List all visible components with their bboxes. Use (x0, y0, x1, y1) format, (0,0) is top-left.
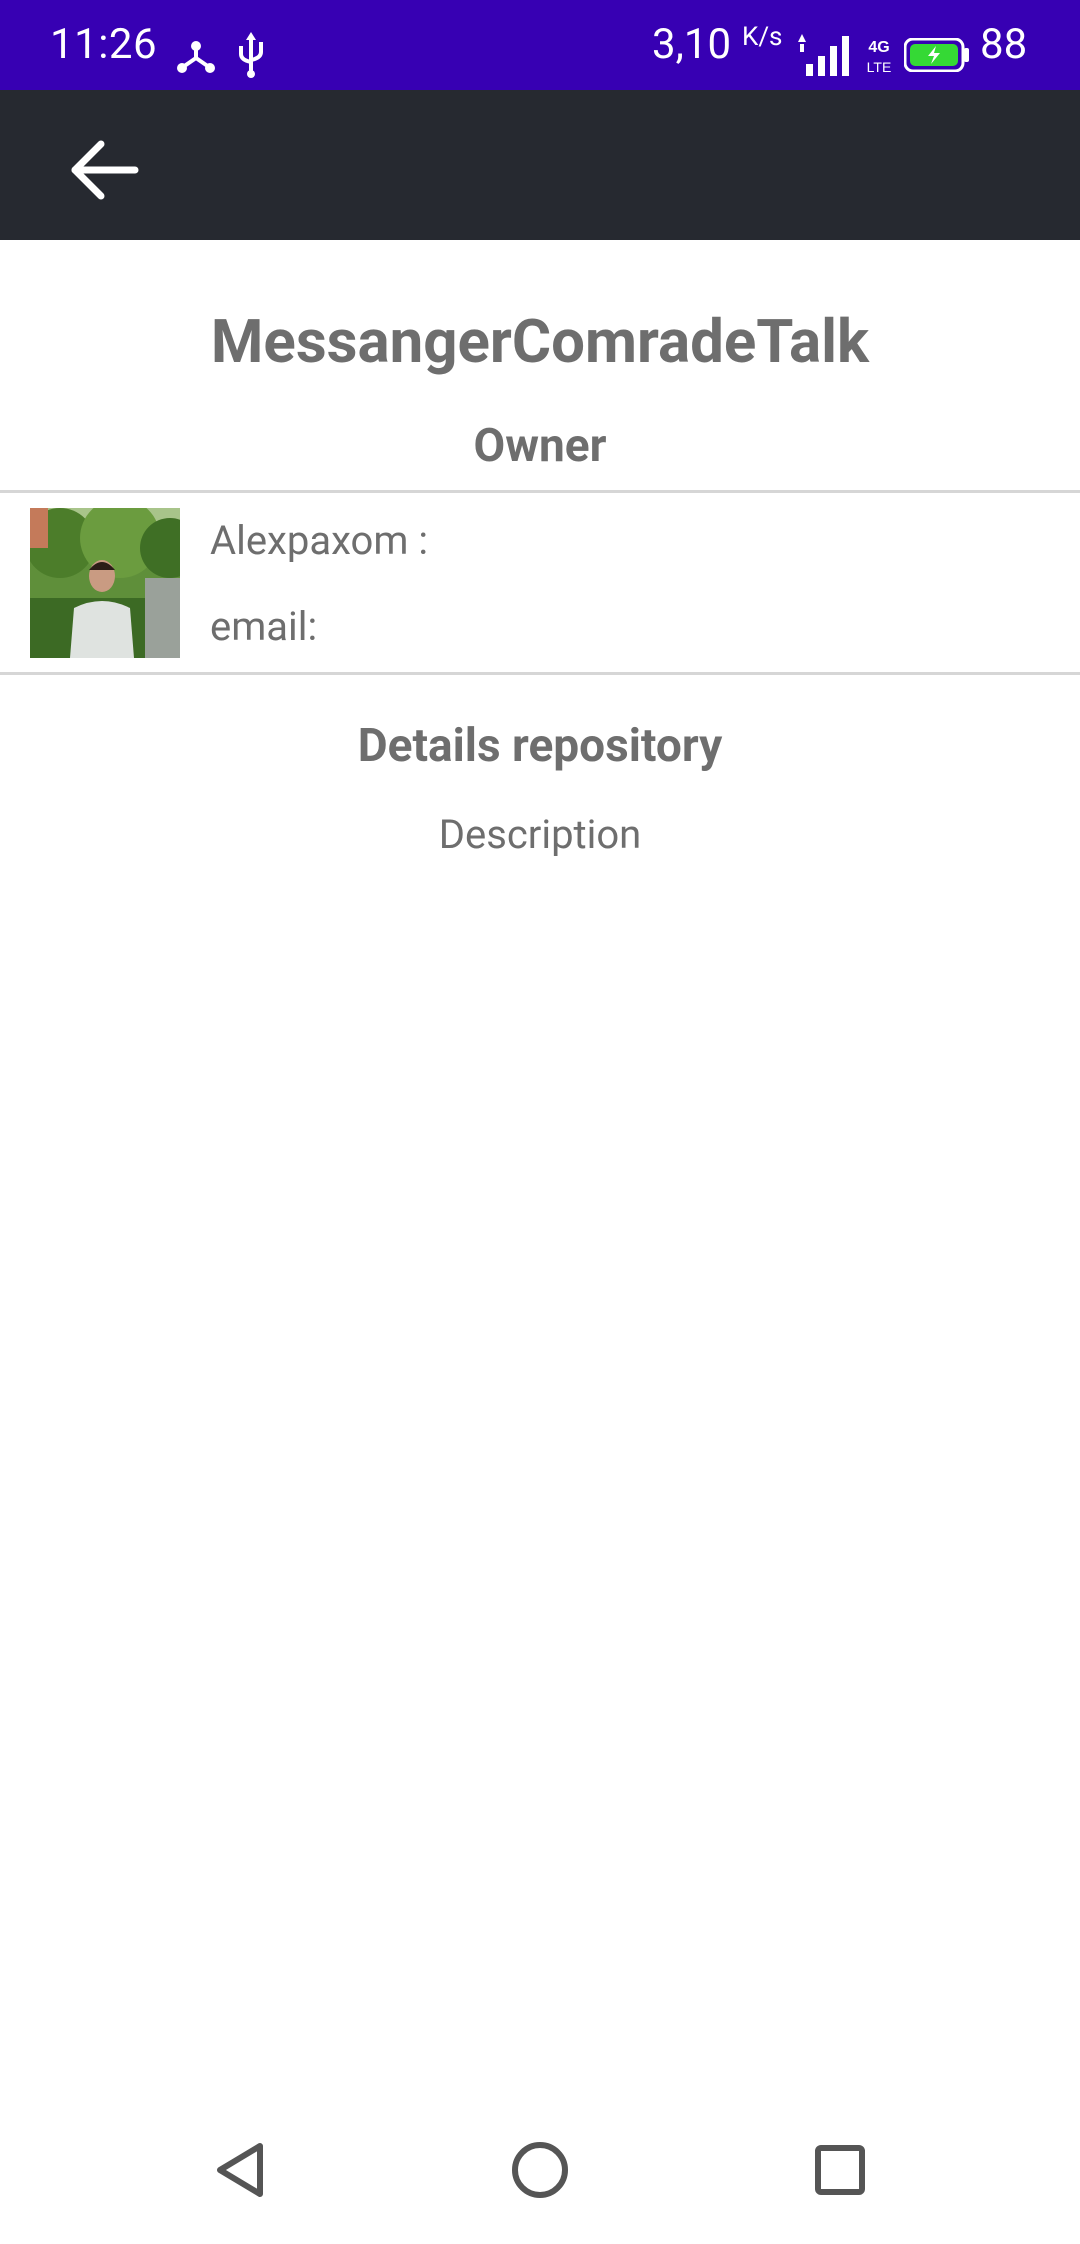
repository-description: Description (438, 811, 642, 858)
owner-login: Alexpaxom : (210, 517, 429, 564)
nav-home-icon (512, 2142, 568, 2198)
arrow-back-icon (71, 140, 139, 200)
usb-icon (239, 32, 263, 78)
nav-back-icon (217, 2143, 263, 2197)
battery-charging-icon (904, 38, 969, 72)
signal-icon (798, 34, 849, 76)
lte-icon: 4G LTE (867, 39, 892, 75)
back-button[interactable] (55, 120, 155, 220)
network-speed-unit: K/s (742, 22, 783, 52)
battery-level: 88 (980, 20, 1028, 69)
nav-recents-icon (815, 2145, 865, 2195)
owner-heading: Owner (473, 419, 607, 473)
owner-row: Alexpaxom : email: (0, 494, 1080, 672)
svg-text:LTE: LTE (867, 59, 892, 75)
nav-back-button[interactable] (190, 2120, 290, 2220)
details-heading: Details repository (357, 719, 723, 773)
app-bar (0, 90, 1080, 240)
system-navigation-bar (0, 2100, 1080, 2244)
network-speed-value: 3,10 (652, 20, 732, 69)
repository-name: MessangerComradeTalk (210, 306, 870, 377)
nav-recents-button[interactable] (790, 2120, 890, 2220)
divider (0, 490, 1080, 493)
usb-debug-icon (177, 41, 215, 73)
owner-email-label: email: (210, 603, 318, 650)
status-time: 11:26 (50, 20, 158, 69)
svg-text:4G: 4G (868, 39, 889, 56)
avatar (30, 508, 180, 658)
status-bar: 11:26 3,10 K/s 4G LTE 88 (0, 0, 1080, 90)
repository-details-screen: 11:26 3,10 K/s 4G LTE 88 MessangerComrad… (0, 0, 1080, 2244)
divider (0, 672, 1080, 675)
nav-home-button[interactable] (490, 2120, 590, 2220)
